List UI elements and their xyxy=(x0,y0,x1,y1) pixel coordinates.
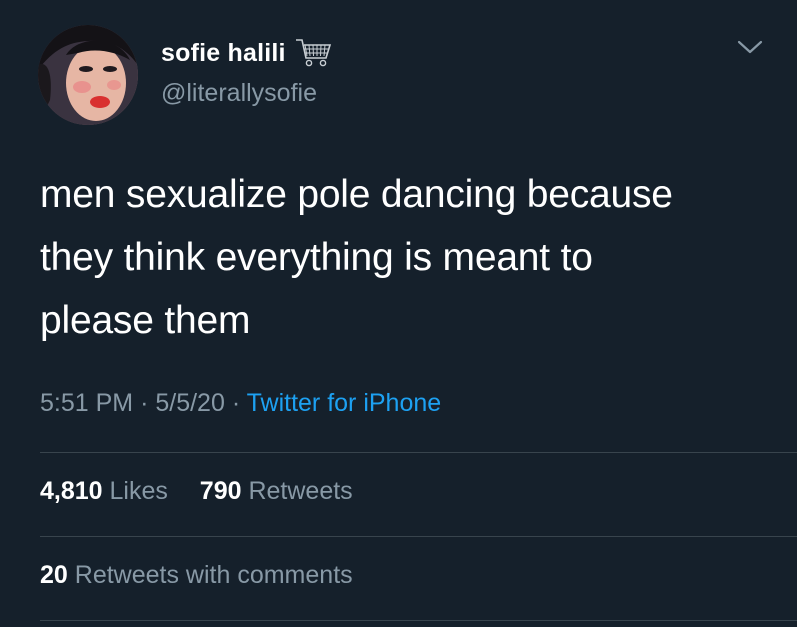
shopping-cart-icon xyxy=(294,36,334,70)
meta-separator: · xyxy=(140,389,149,417)
tweet-source-link[interactable]: Twitter for iPhone xyxy=(247,389,442,417)
quote-tweets-count: 20 xyxy=(40,561,68,589)
avatar[interactable] xyxy=(38,25,138,125)
tweet-text-line: men sexualize pole dancing because xyxy=(40,173,673,216)
quote-tweets-stat[interactable]: 20 Retweets with comments xyxy=(40,561,353,590)
retweets-label: Retweets xyxy=(248,477,353,505)
tweet-meta: 5:51 PM · 5/5/20 · Twitter for iPhone xyxy=(40,389,441,418)
engagement-stats: 4,810 Likes 790 Retweets xyxy=(40,477,353,506)
retweets-stat[interactable]: 790 Retweets xyxy=(200,477,353,505)
tweet-detail: sofie halili @literallysofie men sexuali… xyxy=(0,0,797,627)
user-handle[interactable]: @literallysofie xyxy=(161,79,317,108)
likes-count: 4,810 xyxy=(40,477,103,505)
tweet-time[interactable]: 5:51 PM xyxy=(40,389,133,417)
tweet-text-line: they think everything is meant to xyxy=(40,236,593,279)
likes-stat[interactable]: 4,810 Likes xyxy=(40,477,175,505)
divider xyxy=(40,536,797,537)
meta-separator: · xyxy=(231,389,241,417)
avatar-image xyxy=(38,25,138,125)
tweet-text-line: please them xyxy=(40,299,251,342)
divider xyxy=(40,452,797,453)
chevron-down-icon[interactable] xyxy=(737,38,763,56)
display-name[interactable]: sofie halili xyxy=(161,39,286,68)
divider xyxy=(40,620,797,621)
user-name-row[interactable]: sofie halili xyxy=(161,37,334,69)
tweet-text: men sexualize pole dancing because they … xyxy=(40,163,760,352)
likes-label: Likes xyxy=(109,477,168,505)
quote-tweets-label: Retweets with comments xyxy=(74,561,353,589)
retweets-count: 790 xyxy=(199,477,242,505)
tweet-date[interactable]: 5/5/20 xyxy=(155,389,225,417)
